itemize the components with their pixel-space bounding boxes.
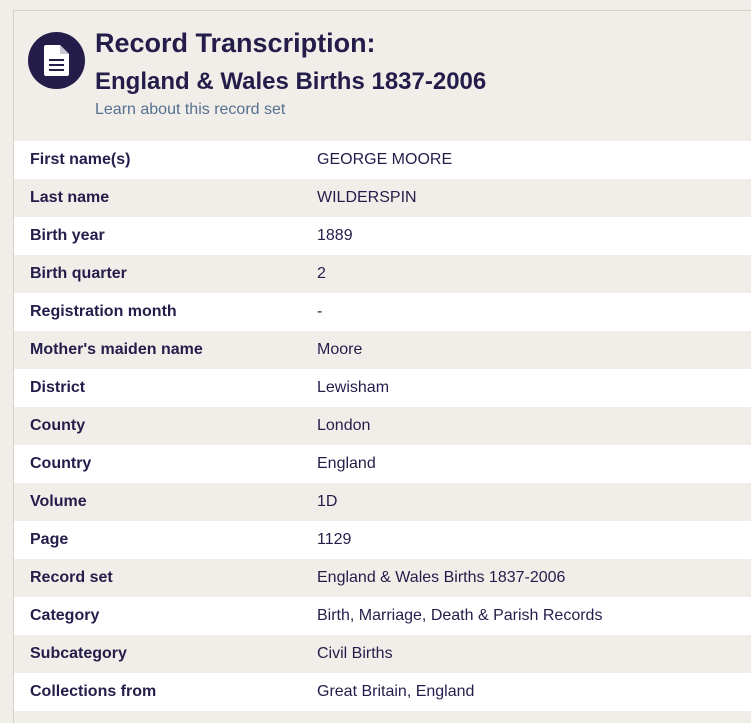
field-value: Great Britain, England — [317, 683, 475, 700]
record-set-subtitle: England & Wales Births 1837-2006 — [95, 68, 487, 95]
field-label: Country — [30, 455, 92, 472]
field-label: District — [30, 379, 86, 396]
field-value: 1D — [317, 493, 338, 510]
field-value: 1129 — [317, 531, 352, 548]
learn-about-record-set-link[interactable]: Learn about this record set — [95, 101, 285, 119]
table-row: Collections from Great Britain, England — [14, 673, 751, 711]
page-title: Record Transcription: — [95, 28, 376, 58]
field-value: - — [317, 303, 323, 320]
record-panel: Record Transcription: England & Wales Bi… — [13, 10, 751, 723]
table-row: Birth year 1889 — [14, 217, 751, 255]
table-row: Birth quarter 2 — [14, 255, 751, 293]
field-label: Mother's maiden name — [30, 341, 203, 358]
field-label: Collections from — [30, 683, 157, 700]
field-label: Category — [30, 607, 100, 624]
field-value: 1889 — [317, 227, 353, 244]
field-label: Last name — [30, 189, 110, 206]
table-row: Mother's maiden name Moore — [14, 331, 751, 369]
field-value: Civil Births — [317, 645, 393, 662]
table-row: Registration month - — [14, 293, 751, 331]
field-value: England & Wales Births 1837-2006 — [317, 569, 566, 586]
table-row: Country England — [14, 445, 751, 483]
table-row: Page 1129 — [14, 521, 751, 559]
field-value: England — [317, 455, 376, 472]
table-row: Subcategory Civil Births — [14, 635, 751, 673]
table-row: Record set England & Wales Births 1837-20… — [14, 559, 751, 597]
transcription-table: First name(s) GEORGE MOORE Last name WILDER… — [14, 141, 751, 711]
table-row: District Lewisham — [14, 369, 751, 407]
table-row: Category Birth, Marriage, Death & Parish … — [14, 597, 751, 635]
field-value: Moore — [317, 341, 363, 358]
table-row: First name(s) GEORGE MOORE — [14, 141, 751, 179]
table-row: County London — [14, 407, 751, 445]
field-label: Record set — [30, 569, 113, 586]
field-value: Lewisham — [317, 379, 390, 396]
table-row: Last name WILDERSPIN — [14, 179, 751, 217]
field-label: Birth quarter — [30, 265, 127, 282]
field-label: Subcategory — [30, 645, 127, 662]
field-label: Registration month — [30, 303, 177, 320]
field-label: County — [30, 417, 86, 434]
field-value: Birth, Marriage, Death & Parish Records — [317, 607, 603, 624]
table-row: Volume 1D — [14, 483, 751, 521]
field-value: GEORGE MOORE — [317, 151, 453, 168]
field-label: Volume — [30, 493, 87, 510]
field-label: Birth year — [30, 227, 105, 244]
document-icon — [28, 32, 85, 89]
field-value: 2 — [317, 265, 326, 282]
field-label: First name(s) — [30, 151, 131, 168]
field-label: Page — [30, 531, 69, 548]
field-value: WILDERSPIN — [317, 189, 417, 206]
record-header: Record Transcription: England & Wales Bi… — [14, 11, 751, 141]
field-value: London — [317, 417, 371, 434]
